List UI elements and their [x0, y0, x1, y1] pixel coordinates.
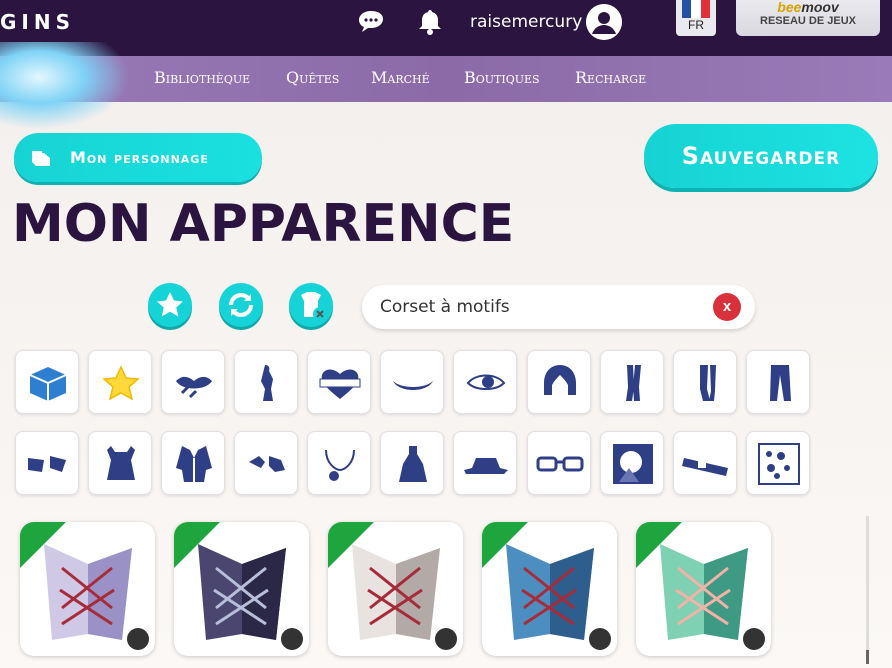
france-flag-icon: [682, 0, 710, 18]
filler-icon: [758, 443, 800, 485]
background-icon: [613, 444, 653, 484]
eye-icon: [466, 374, 506, 390]
category-glasses[interactable]: [527, 431, 591, 495]
jacket-icon: [176, 446, 212, 482]
socks-icon: [626, 365, 641, 401]
nav-market[interactable]: Marché: [371, 68, 430, 87]
category-accessories[interactable]: [234, 431, 298, 495]
category-backgrounds[interactable]: [600, 431, 664, 495]
user-avatar-icon[interactable]: [586, 4, 622, 40]
category-stockings[interactable]: [673, 350, 737, 414]
category-gloves[interactable]: [15, 431, 79, 495]
partner-subtitle: RESEAU DE JEUX: [760, 15, 856, 27]
hammer-icon: [127, 628, 149, 650]
site-logo[interactable]: GINS: [0, 10, 75, 34]
back-arrow-icon: [32, 150, 50, 166]
category-all[interactable]: [15, 350, 79, 414]
nav-library[interactable]: Bibliothèque: [154, 68, 250, 87]
category-fillers[interactable]: [746, 431, 810, 495]
category-necklaces[interactable]: [307, 431, 371, 495]
corset-icon: [660, 544, 748, 640]
corset-icon: [198, 544, 286, 640]
nav-quests[interactable]: Quêtes: [286, 68, 339, 87]
scrollbar-thumb[interactable]: [866, 650, 869, 664]
partner-logo[interactable]: beemoov RESEAU DE JEUX: [736, 0, 880, 36]
hammer-icon: [435, 628, 457, 650]
category-hats[interactable]: [453, 431, 517, 495]
top-bar: GINS raisemercury FR beemoov RESEAU DE J…: [0, 0, 892, 56]
category-tattoo[interactable]: [307, 350, 371, 414]
category-tops[interactable]: [88, 431, 152, 495]
category-lips[interactable]: [161, 350, 225, 414]
tattoo-icon: [319, 369, 361, 399]
search-input[interactable]: [380, 285, 700, 329]
item-card[interactable]: [328, 522, 463, 656]
corset-icon: [352, 544, 440, 640]
category-favorites[interactable]: [88, 350, 152, 414]
skin-icon: [261, 365, 273, 401]
refresh-filter-button[interactable]: [219, 283, 263, 327]
category-skin[interactable]: [234, 350, 298, 414]
username[interactable]: raisemercury: [470, 12, 582, 32]
hair-icon: [544, 365, 576, 395]
language-selector[interactable]: FR: [676, 0, 716, 36]
chat-icon[interactable]: [355, 6, 387, 38]
lips-icon: [176, 376, 212, 399]
partner-brand-a: bee: [777, 0, 802, 15]
top-icon: [107, 446, 135, 480]
belt-icon: [682, 458, 728, 476]
my-character-label: Mon personnage: [70, 148, 209, 167]
notification-bell-icon[interactable]: [414, 6, 446, 38]
remove-clothes-icon: [301, 292, 327, 321]
scrollbar[interactable]: [866, 516, 869, 664]
my-character-button[interactable]: Mon personnage: [14, 133, 262, 182]
hammer-icon: [281, 628, 303, 650]
pants-icon: [770, 365, 791, 401]
mouth-icon: [393, 381, 433, 390]
partner-brand-b: moov: [801, 0, 839, 15]
remove-clothes-filter-button[interactable]: [289, 283, 333, 327]
main-nav: [0, 56, 892, 102]
hammer-icon: [589, 628, 611, 650]
star-icon: [102, 365, 140, 401]
language-code: FR: [688, 18, 704, 32]
category-hair[interactable]: [527, 350, 591, 414]
crystal-decoration: [0, 42, 130, 130]
category-eyes[interactable]: [453, 350, 517, 414]
dress-icon: [399, 446, 427, 482]
clear-search-button[interactable]: x: [713, 293, 741, 321]
corset-icon: [44, 544, 132, 640]
nav-recharge[interactable]: Recharge: [575, 68, 646, 87]
necklace-icon: [325, 449, 355, 481]
accessory-icon: [249, 456, 285, 472]
page-title: MON APPARENCE: [12, 194, 515, 254]
hammer-icon: [743, 628, 765, 650]
category-mouth[interactable]: [380, 350, 444, 414]
category-pants[interactable]: [746, 350, 810, 414]
category-dresses[interactable]: [380, 431, 444, 495]
item-card[interactable]: [636, 522, 771, 656]
gloves-icon: [28, 456, 66, 472]
glasses-icon: [536, 456, 584, 472]
category-jackets[interactable]: [161, 431, 225, 495]
save-button[interactable]: Sauvegarder: [644, 124, 878, 188]
category-belts[interactable]: [673, 431, 737, 495]
item-card[interactable]: [20, 522, 155, 656]
category-socks[interactable]: [600, 350, 664, 414]
hat-icon: [464, 458, 508, 474]
item-card[interactable]: [174, 522, 309, 656]
nav-shops[interactable]: Boutiques: [464, 68, 540, 87]
item-card[interactable]: [482, 522, 617, 656]
star-icon: [157, 292, 183, 317]
favorites-filter-button[interactable]: [148, 283, 192, 327]
box-icon: [29, 367, 67, 401]
refresh-icon: [228, 292, 254, 318]
corset-icon: [506, 544, 594, 640]
search-field: x: [362, 285, 755, 329]
stockings-icon: [700, 365, 716, 401]
